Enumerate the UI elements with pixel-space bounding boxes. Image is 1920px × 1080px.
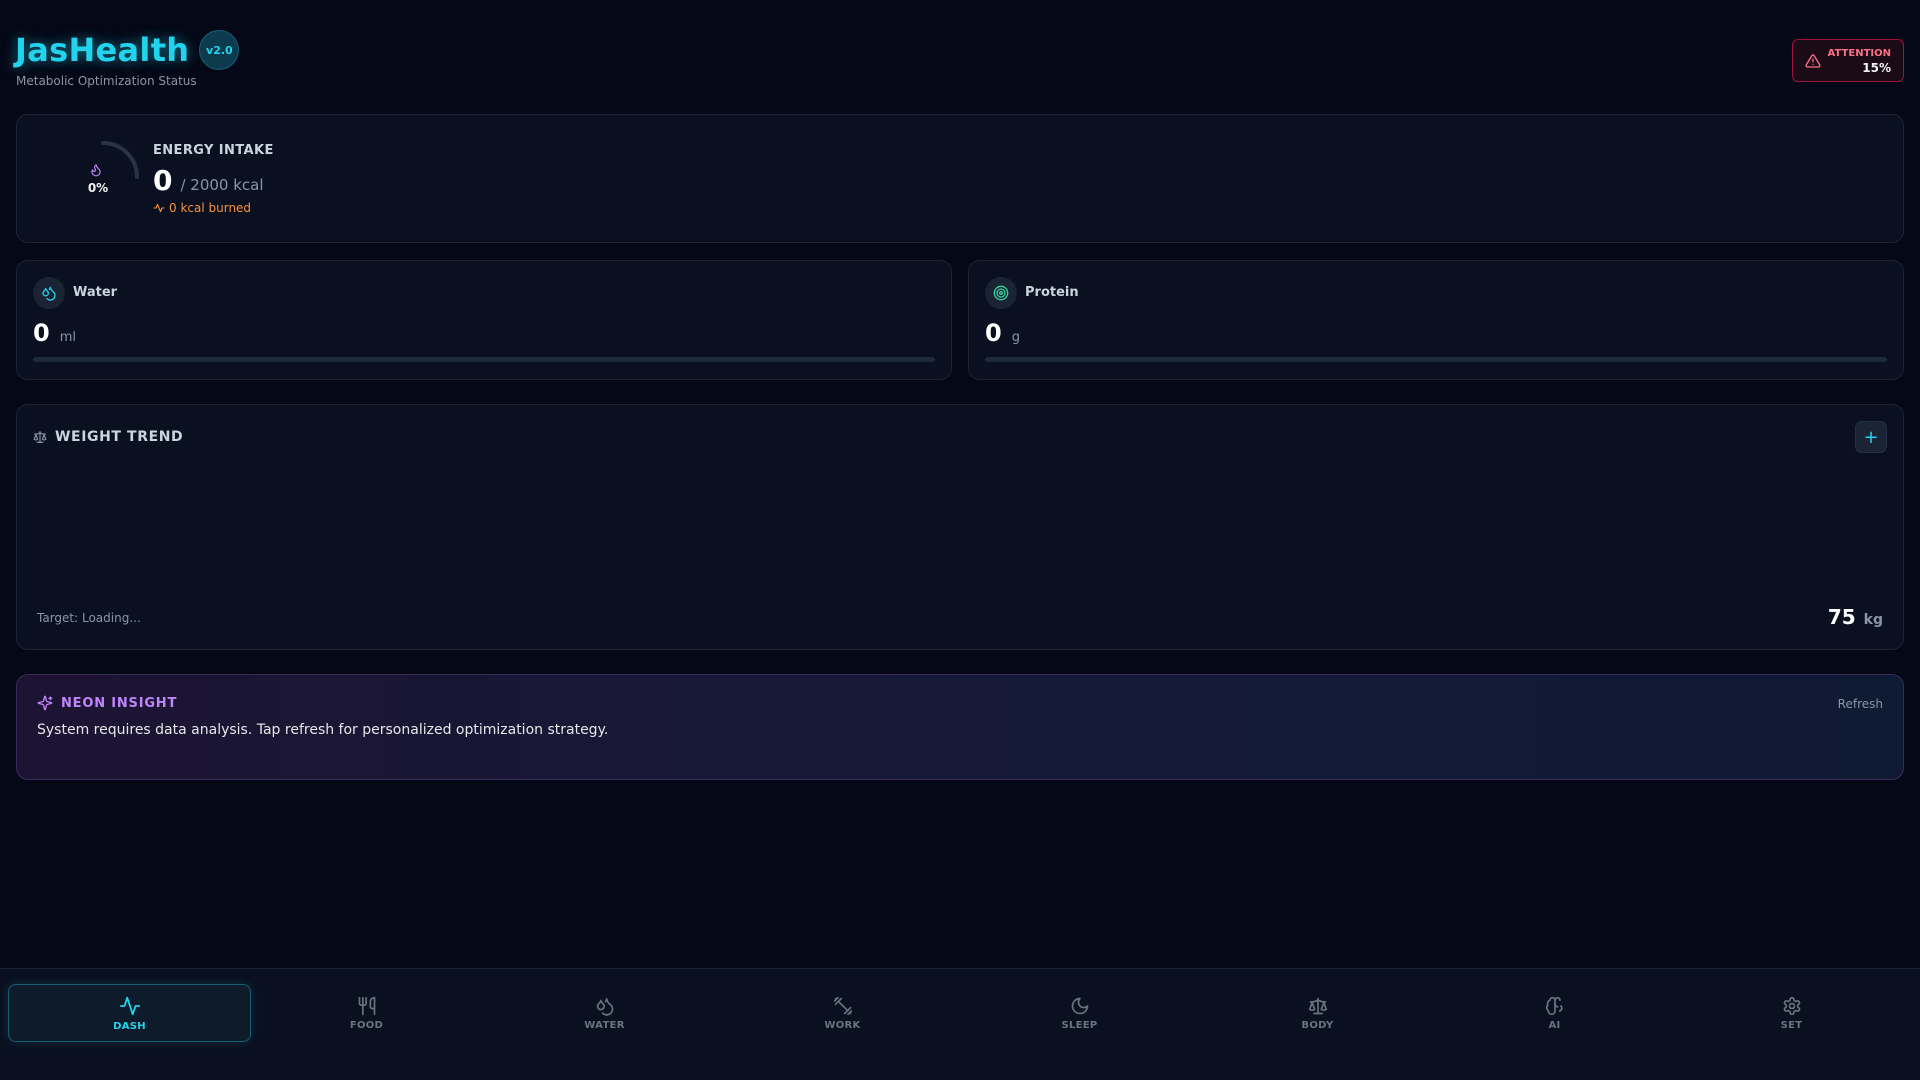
current-weight-unit: kg [1863, 612, 1883, 628]
weight-trend-card: WEIGHT TREND + Target: Loading... 75 kg [16, 404, 1904, 650]
dumbbell-icon [833, 996, 853, 1016]
current-weight-value: 75 [1827, 605, 1856, 629]
energy-title: ENERGY INTAKE [153, 143, 274, 158]
nav-label: SLEEP [1061, 1019, 1098, 1031]
add-weight-button[interactable]: + [1855, 421, 1887, 453]
droplets-icon [595, 996, 615, 1016]
bottom-nav: DASH FOOD WATER WORK SLEEP BODY AI SET [0, 968, 1920, 1080]
water-card[interactable]: Water 0 ml [16, 260, 952, 380]
attention-alert[interactable]: ATTENTION 15% [1792, 39, 1904, 82]
nav-ai[interactable]: AI [1433, 984, 1676, 1042]
energy-goal: / 2000 kcal [180, 176, 264, 194]
protein-unit: g [1011, 330, 1020, 345]
version-badge: v2.0 [199, 30, 240, 70]
sparkles-icon [37, 695, 53, 711]
protein-card[interactable]: Protein 0 g [968, 260, 1904, 380]
nav-label: AI [1548, 1019, 1561, 1031]
nav-label: WATER [584, 1019, 625, 1031]
protein-progress-bar [985, 357, 1887, 362]
protein-value: 0 [985, 319, 1002, 347]
settings-icon [1782, 996, 1802, 1016]
nav-label: DASH [113, 1020, 146, 1032]
app-subtitle: Metabolic Optimization Status [16, 74, 197, 88]
target-icon [985, 277, 1017, 309]
flame-icon [89, 163, 103, 177]
insight-message: System requires data analysis. Tap refre… [37, 722, 609, 738]
nav-label: FOOD [349, 1019, 384, 1031]
nav-sleep[interactable]: SLEEP [958, 984, 1201, 1042]
activity-icon [119, 995, 141, 1017]
energy-percent: 0% [87, 181, 109, 195]
scale-icon [33, 430, 47, 444]
scale-icon [1308, 996, 1328, 1016]
protein-label: Protein [1025, 285, 1079, 300]
nav-label: BODY [1301, 1019, 1334, 1031]
nav-label: SET [1780, 1019, 1803, 1031]
insight-title: NEON INSIGHT [61, 695, 178, 711]
kcal-burned: 0 kcal burned [153, 201, 274, 215]
water-unit: ml [59, 330, 76, 345]
app-root: JasHealth v2.0 Metabolic Optimization St… [0, 0, 1920, 1080]
nav-food[interactable]: FOOD [245, 984, 488, 1042]
nav-work[interactable]: WORK [721, 984, 964, 1042]
water-value: 0 [33, 319, 50, 347]
energy-progress-ring [67, 141, 139, 213]
nav-body[interactable]: BODY [1196, 984, 1439, 1042]
pulse-icon [153, 202, 165, 214]
current-weight: 75 kg [1828, 605, 1883, 629]
utensils-icon [357, 996, 377, 1016]
attention-value: 15% [1862, 60, 1891, 75]
nav-settings[interactable]: SET [1670, 984, 1913, 1042]
kcal-burned-text: 0 kcal burned [169, 201, 252, 215]
neon-insight-card: NEON INSIGHT Refresh System requires dat… [16, 674, 1904, 780]
nav-water[interactable]: WATER [483, 984, 726, 1042]
water-drops-icon [33, 277, 65, 309]
refresh-insight-button[interactable]: Refresh [1838, 697, 1883, 711]
energy-value: 0 [153, 164, 173, 197]
energy-intake-card: 0% ENERGY INTAKE 0 / 2000 kcal 0 kcal bu… [16, 114, 1904, 243]
weight-target: Target: Loading... [37, 611, 141, 625]
nav-label: WORK [824, 1019, 861, 1031]
water-label: Water [73, 285, 118, 300]
moon-icon [1070, 996, 1090, 1016]
weight-trend-title: WEIGHT TREND [55, 429, 184, 445]
brand: JasHealth v2.0 [15, 30, 240, 70]
nav-dash[interactable]: DASH [8, 984, 251, 1042]
attention-label: ATTENTION [1827, 47, 1891, 59]
water-progress-bar [33, 357, 935, 362]
app-title: JasHealth [15, 31, 190, 69]
warning-triangle-icon [1805, 53, 1821, 69]
brain-icon [1545, 996, 1565, 1016]
